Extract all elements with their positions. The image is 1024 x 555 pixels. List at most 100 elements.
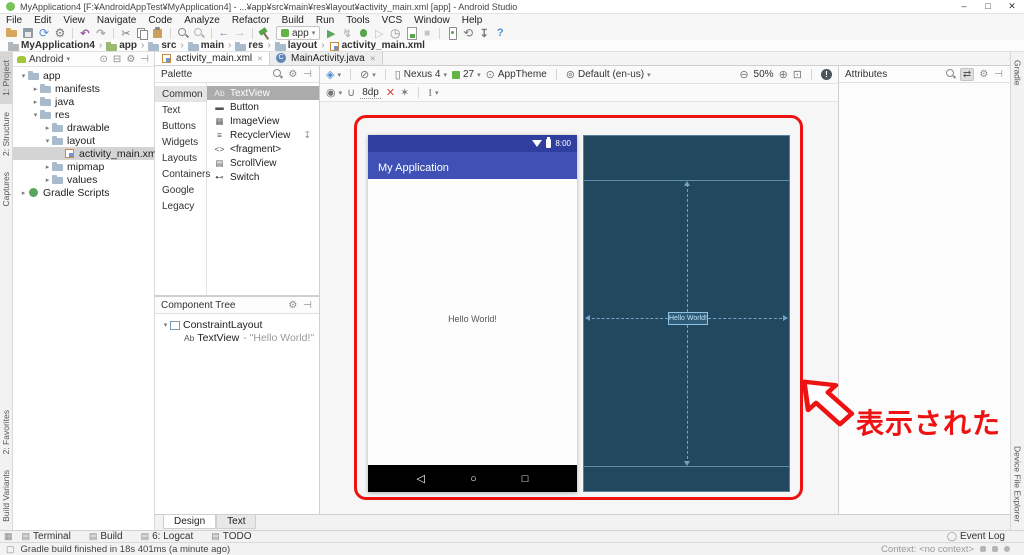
sync-icon[interactable] [36, 26, 52, 40]
device-selector[interactable]: ▯ Nexus 4 ▾ [395, 68, 447, 81]
tool-window-6-logcat[interactable]: ▤ 6: Logcat [132, 531, 203, 542]
tool-button-2-favorites[interactable]: 2: Favorites [0, 402, 12, 462]
editor-tab-mainactivity-java[interactable]: MainActivity.java ✕ [270, 52, 383, 65]
editor-tab-activity-main-xml[interactable]: activity_main.xml ✕ [155, 52, 271, 65]
window-grid-icon[interactable]: ▦ [0, 531, 13, 542]
infer-constraints-icon[interactable]: ✶ [400, 86, 409, 99]
palette-category-buttons[interactable]: Buttons [155, 118, 206, 134]
attach-debugger-icon[interactable] [371, 26, 387, 40]
theme-selector[interactable]: ⊙ AppTheme [486, 68, 547, 81]
profiler-icon[interactable] [387, 26, 403, 40]
palette-item-button[interactable]: ▬ Button [207, 100, 319, 114]
avd-manager-icon[interactable] [444, 26, 460, 40]
back-icon[interactable] [216, 26, 232, 40]
tool-window-event-log[interactable]: ◯ Event Log [938, 531, 1014, 542]
tree-item-java[interactable]: ▸ java [13, 95, 154, 108]
tool-button-captures[interactable]: Captures [0, 164, 12, 215]
breadcrumb-item-activity-main-xml[interactable]: activity_main.xml [327, 40, 427, 51]
breadcrumb-item-main[interactable]: main [186, 40, 226, 51]
sdk-manager-icon[interactable] [476, 26, 492, 40]
maximize-button[interactable]: □ [976, 1, 1000, 12]
chevron-icon[interactable]: ▸ [31, 98, 40, 106]
locale-selector[interactable]: ⊚ Default (en-us) ▾ [566, 68, 651, 81]
project-view-selector[interactable]: Android [29, 54, 63, 65]
palette-item-textview[interactable]: Ab TextView [207, 86, 319, 100]
panel-options-icon[interactable]: ⊣ [302, 300, 313, 311]
palette-category-common[interactable]: Common [155, 86, 206, 102]
stop-icon[interactable] [419, 26, 435, 40]
tree-item-gradle-scripts[interactable]: ▸ Gradle Scripts [13, 186, 154, 199]
close-button[interactable]: ✕ [1000, 1, 1024, 12]
breadcrumb-item-res[interactable]: res [233, 40, 265, 51]
minimize-button[interactable]: – [952, 1, 976, 12]
chevron-icon[interactable]: ▾ [31, 111, 40, 119]
chevron-icon[interactable]: ▸ [43, 163, 52, 171]
tool-button-device-file-explorer[interactable]: Device File Explorer [1012, 438, 1024, 530]
design-surface-selector[interactable]: ◈ ▾ [326, 68, 341, 81]
palette-category-text[interactable]: Text [155, 102, 206, 118]
search-icon[interactable] [273, 69, 283, 79]
swap-view-icon[interactable]: ⇄ [959, 67, 975, 81]
menu-build[interactable]: Build [276, 15, 310, 26]
menu-run[interactable]: Run [310, 15, 340, 26]
apply-changes-icon[interactable] [339, 26, 355, 40]
tree-item-activity-main-xml[interactable]: activity_main.xml [13, 147, 159, 160]
component-textview[interactable]: Ab TextView - "Hello World!" [155, 331, 319, 344]
chevron-icon[interactable]: ▸ [19, 189, 28, 197]
tool-button-1-project[interactable]: 1: Project [0, 52, 12, 104]
menu-view[interactable]: View [57, 15, 91, 26]
background-tasks-icon[interactable] [992, 546, 998, 552]
palette-category-containers[interactable]: Containers [155, 166, 210, 182]
cut-icon[interactable] [118, 26, 134, 40]
find-icon[interactable] [175, 26, 191, 40]
menu-code[interactable]: Code [142, 15, 178, 26]
view-options-selector[interactable]: ◉ ▾ [326, 86, 342, 99]
palette-item-imageview[interactable]: ▦ ImageView [207, 114, 319, 128]
tool-button-build-variants[interactable]: Build Variants [0, 462, 12, 530]
default-margin-selector[interactable]: 8dp [360, 87, 381, 99]
download-icon[interactable]: ↧ [303, 130, 311, 141]
gear-icon[interactable]: ⚙ [287, 300, 298, 311]
tool-window-build[interactable]: ▤ Build [80, 531, 132, 542]
breadcrumb-item-layout[interactable]: layout [273, 40, 319, 51]
chevron-icon[interactable]: ▾ [43, 137, 52, 145]
tree-item-res[interactable]: ▾ res [13, 108, 154, 121]
component-constraintlayout[interactable]: ▾ ConstraintLayout [155, 318, 319, 331]
copy-icon[interactable] [134, 26, 150, 40]
palette-item-scrollview[interactable]: ▤ ScrollView [207, 156, 319, 170]
menu-edit[interactable]: Edit [28, 15, 57, 26]
gradle-sync-icon[interactable] [460, 26, 476, 40]
tree-item-layout[interactable]: ▾ layout [13, 134, 154, 147]
errors-warnings-indicator[interactable]: ! [821, 69, 832, 80]
close-tab-icon[interactable]: ✕ [370, 55, 376, 63]
tree-item-manifests[interactable]: ▸ manifests [13, 82, 154, 95]
chevron-icon[interactable]: ▸ [31, 85, 40, 93]
menu-help[interactable]: Help [456, 15, 489, 26]
chevron-icon[interactable]: ▾ [19, 72, 28, 80]
chevron-icon[interactable]: ▾ [161, 321, 170, 329]
zoom-fit-icon[interactable]: ⊡ [793, 68, 802, 81]
settings-icon[interactable] [52, 26, 68, 40]
help-icon[interactable] [492, 26, 508, 40]
menu-tools[interactable]: Tools [340, 15, 375, 26]
menu-file[interactable]: File [0, 15, 28, 26]
menu-window[interactable]: Window [408, 15, 456, 26]
open-folder-icon[interactable] [4, 26, 20, 40]
mode-tab-text[interactable]: Text [216, 515, 257, 529]
zoom-in-icon[interactable]: ⊕ [779, 68, 788, 81]
tree-item-app[interactable]: ▾ app [13, 69, 154, 82]
orientation-selector[interactable]: ⊘ ▾ [360, 68, 376, 81]
cursor-mode-selector[interactable]: I ▾ [428, 87, 438, 99]
hide-panel-icon[interactable]: ⊣ [139, 54, 150, 65]
collapse-all-icon[interactable]: ⊟ [112, 54, 122, 65]
run-config-selector[interactable]: app ▾ [276, 26, 321, 40]
make-project-icon[interactable] [257, 26, 273, 40]
replace-icon[interactable] [191, 26, 207, 40]
gear-icon[interactable]: ⚙ [125, 54, 136, 65]
run-icon[interactable] [323, 26, 339, 40]
gear-icon[interactable]: ⚙ [287, 69, 298, 80]
breadcrumb-item-myapplication4[interactable]: MyApplication4 [6, 40, 97, 51]
api-selector[interactable]: 27 ▾ [451, 69, 481, 80]
phone-content[interactable]: Hello World! [368, 179, 577, 465]
coverage-icon[interactable] [403, 26, 419, 40]
